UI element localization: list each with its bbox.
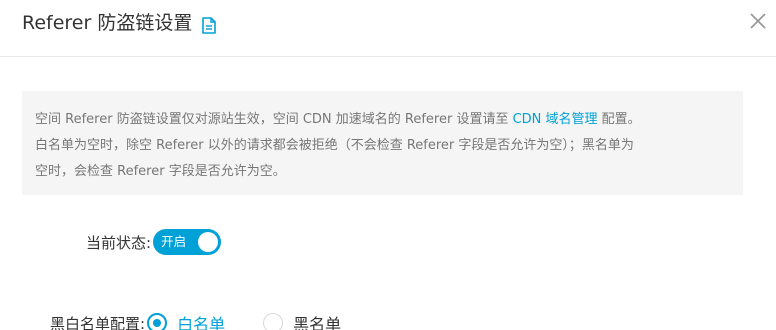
whitelist-radio[interactable]: 白名单: [147, 311, 225, 330]
blacklist-label: 黑名单: [293, 315, 342, 330]
toggle-knob: [198, 232, 219, 252]
notice-line-1: 空间 Referer 防盗链设置仅对源站生效，空间 CDN 加速域名的 Refe…: [35, 107, 731, 133]
blacklist-radio[interactable]: 黑名单: [263, 311, 341, 330]
status-row: 当前状态: 开启: [86, 228, 222, 256]
notice-box: 空间 Referer 防盗链设置仅对源站生效，空间 CDN 加速域名的 Refe…: [22, 91, 743, 195]
toggle-text: 开启: [161, 234, 187, 249]
notice-line-3: 空时，会检查 Referer 字段是否允许为空。: [35, 164, 286, 179]
radio-unchecked-icon: [263, 313, 284, 330]
list-config-label: 黑白名单配置:: [50, 314, 146, 330]
notice-line-2: 白名单为空时，除空 Referer 以外的请求都会被拒绝（不会检查 Refere…: [35, 138, 634, 153]
close-icon[interactable]: [748, 11, 768, 31]
list-config-row: 黑白名单配置: 白名单 黑名单: [50, 308, 341, 330]
notice-text: 配置。: [597, 112, 641, 127]
dialog-title: Referer 防盗链设置: [22, 10, 217, 36]
dialog-title-text: Referer 防盗链设置: [22, 12, 193, 34]
status-label: 当前状态:: [86, 233, 152, 252]
cdn-domain-link[interactable]: CDN 域名管理: [513, 112, 598, 127]
radio-checked-icon: [147, 313, 168, 330]
document-icon[interactable]: [202, 15, 217, 34]
dialog-header: Referer 防盗链设置: [0, 0, 776, 57]
whitelist-label: 白名单: [177, 315, 226, 330]
notice-text: 空间 Referer 防盗链设置仅对源站生效，空间 CDN 加速域名的 Refe…: [35, 112, 513, 127]
status-toggle[interactable]: 开启: [153, 229, 222, 255]
